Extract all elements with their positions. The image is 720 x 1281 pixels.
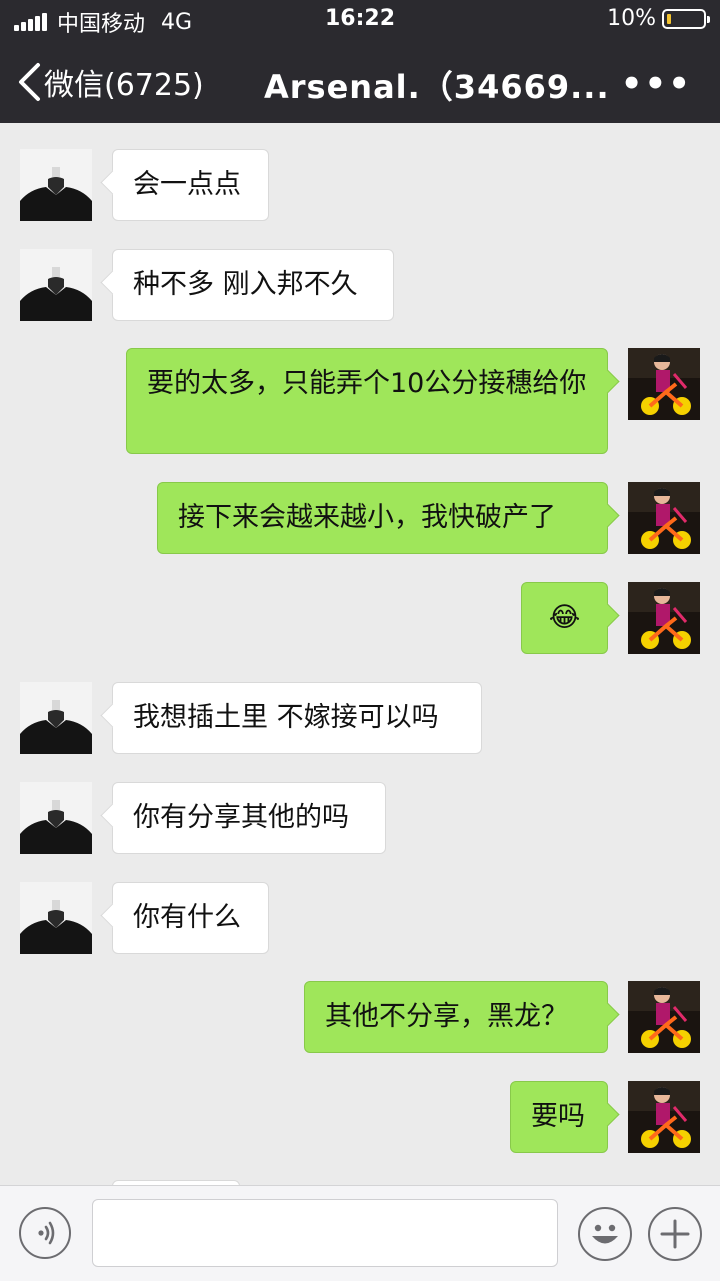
child-on-bike-photo bbox=[628, 482, 700, 554]
voice-button[interactable] bbox=[19, 1207, 71, 1259]
avatar-self[interactable] bbox=[628, 348, 700, 420]
avatar-self[interactable] bbox=[628, 1081, 700, 1153]
message-bubble[interactable]: 要吗 bbox=[510, 1081, 608, 1153]
emoji-icon bbox=[592, 1224, 618, 1244]
more-button[interactable]: ••• bbox=[621, 64, 692, 104]
avatar-friend[interactable] bbox=[20, 682, 92, 754]
child-on-bike-photo bbox=[628, 981, 700, 1053]
message-bubble[interactable]: 接下来会越来越小，我快破产了 bbox=[157, 482, 608, 554]
message-bubble[interactable]: 我想插土里 不嫁接可以吗 bbox=[112, 682, 482, 754]
person-silhouette-icon bbox=[20, 782, 92, 854]
message-bubble[interactable]: 种不多 刚入邦不久 bbox=[112, 249, 394, 321]
back-button[interactable]: 微信(6725) bbox=[16, 60, 204, 104]
add-icon bbox=[660, 1219, 690, 1249]
avatar-self[interactable] bbox=[628, 482, 700, 554]
battery-percent: 10% bbox=[607, 6, 656, 31]
person-silhouette-icon bbox=[20, 249, 92, 321]
message-text: 要吗 bbox=[531, 1101, 585, 1132]
avatar-friend[interactable] bbox=[20, 882, 92, 954]
input-bar bbox=[0, 1185, 720, 1281]
child-on-bike-photo bbox=[628, 348, 700, 420]
nav-bar: 微信(6725) Arsenal.（34669... ••• bbox=[0, 40, 720, 123]
child-on-bike-photo bbox=[628, 582, 700, 654]
message-input[interactable] bbox=[92, 1199, 558, 1267]
emoji-button[interactable] bbox=[578, 1207, 632, 1261]
avatar-friend[interactable] bbox=[20, 249, 92, 321]
message-text: 你有什么 bbox=[133, 902, 241, 933]
avatar-friend[interactable] bbox=[20, 149, 92, 221]
message-bubble[interactable]: 你有什么 bbox=[112, 882, 269, 954]
avatar-self[interactable] bbox=[628, 981, 700, 1053]
message-text: 种不多 刚入邦不久 bbox=[133, 269, 358, 300]
message-text: 会一点点 bbox=[133, 169, 241, 200]
message-text: 你有分享其他的吗 bbox=[133, 802, 349, 833]
message-bubble[interactable]: 你有分享其他的吗 bbox=[112, 782, 386, 854]
child-on-bike-photo bbox=[628, 1081, 700, 1153]
avatar-friend[interactable] bbox=[20, 782, 92, 854]
battery-icon bbox=[662, 8, 710, 29]
person-silhouette-icon bbox=[20, 149, 92, 221]
laughing-crying-emoji: 😂 bbox=[548, 602, 581, 633]
message-bubble[interactable]: 😂 bbox=[521, 582, 608, 654]
message-text: 我想插土里 不嫁接可以吗 bbox=[133, 702, 439, 733]
message-bubble[interactable]: 会一点点 bbox=[112, 149, 269, 221]
message-text: 其他不分享，黑龙？ bbox=[325, 1001, 568, 1032]
message-text: 要的太多，只能弄个10公分接穗给你 bbox=[147, 368, 587, 399]
chat-title: Arsenal.（34669... bbox=[264, 68, 610, 106]
voice-icon bbox=[38, 1221, 55, 1245]
status-bar: 中国移动 4G 16:22 10% bbox=[0, 0, 720, 40]
message-text: 接下来会越来越小，我快破产了 bbox=[178, 502, 556, 533]
status-right: 10% bbox=[607, 6, 710, 31]
back-label: 微信(6725) bbox=[44, 68, 204, 103]
avatar-self[interactable] bbox=[628, 582, 700, 654]
message-bubble[interactable]: 其他不分享，黑龙？ bbox=[304, 981, 608, 1053]
chevron-left-icon bbox=[19, 63, 40, 101]
person-silhouette-icon bbox=[20, 882, 92, 954]
message-bubble[interactable]: 要的太多，只能弄个10公分接穗给你 bbox=[126, 348, 608, 454]
chat-area[interactable]: 会一点点 种不多 刚入邦不久 要的太多，只能弄个10公分接穗给你 接下来会越来越… bbox=[0, 123, 720, 1185]
add-button[interactable] bbox=[648, 1207, 702, 1261]
person-silhouette-icon bbox=[20, 682, 92, 754]
